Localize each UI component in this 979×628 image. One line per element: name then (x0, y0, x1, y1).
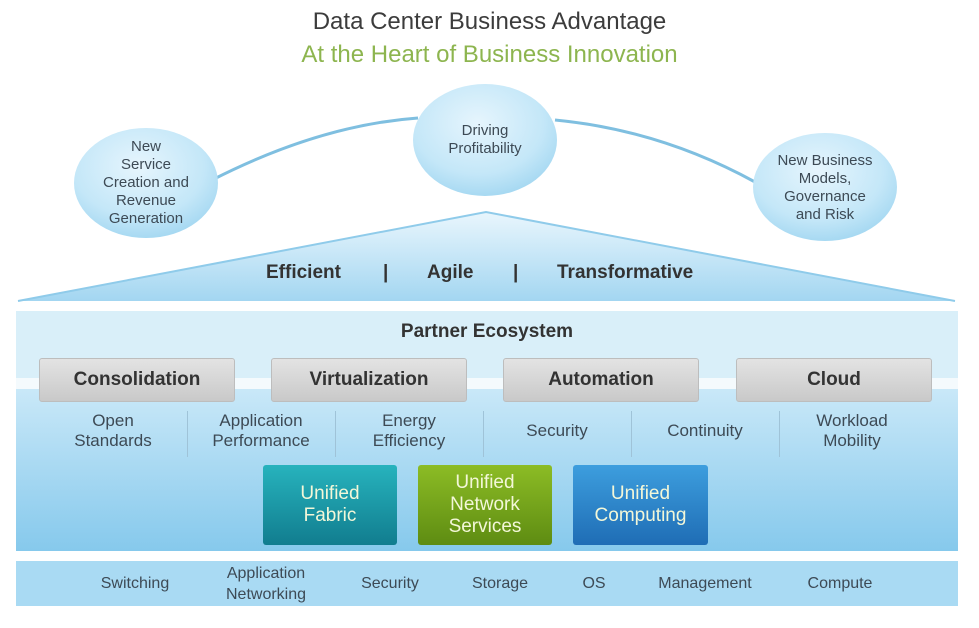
foundation-switching: Switching (80, 561, 190, 606)
foundation-os: OS (569, 561, 619, 606)
page-title: Data Center Business Advantage (312, 8, 667, 35)
unified-line: Fabric (303, 505, 357, 526)
roof-separator: | (383, 262, 389, 283)
feature-line: Standards (74, 431, 152, 450)
bubble-new-service: New Service Creation and Revenue Generat… (76, 130, 216, 236)
connector-arc-right (554, 118, 756, 184)
feature-line: Application (219, 411, 303, 430)
foundation-line: Security (361, 575, 419, 592)
pillar-cloud: Cloud (736, 358, 932, 402)
bubble-line: Governance (784, 188, 866, 205)
bubble-line: Profitability (448, 140, 522, 157)
unified-line: Services (448, 516, 522, 537)
foundation-management: Management (645, 561, 765, 606)
pillar-automation: Automation (503, 358, 699, 402)
feature-line: Efficiency (372, 431, 446, 450)
feature-line: Workload (816, 411, 888, 430)
roof-item-efficient: Efficient (266, 262, 341, 283)
bubble-line: Service (120, 156, 172, 173)
feature-security: Security (483, 410, 631, 452)
feature-line: Continuity (667, 421, 743, 440)
feature-line: Energy (382, 411, 436, 430)
roof-item-agile: Agile (427, 262, 474, 283)
unified-fabric-box: Unified Fabric (263, 465, 397, 545)
bubble-line: Creation and (103, 174, 189, 191)
unified-line: Unified (300, 483, 360, 504)
foundation-security: Security (345, 561, 435, 606)
foundation-line: Networking (225, 585, 307, 603)
feature-continuity: Continuity (631, 410, 779, 452)
bubble-line: Generation (108, 210, 184, 227)
foundation-line: Switching (100, 575, 170, 592)
foundation-line: OS (582, 575, 606, 592)
unified-computing-box: Unified Computing (573, 465, 708, 545)
feature-open-standards: Open Standards (38, 410, 188, 452)
unified-line: Network (450, 494, 520, 515)
foundation-compute: Compute (790, 561, 890, 606)
page-subtitle: At the Heart of Business Innovation (301, 41, 678, 68)
unified-line: Unified (455, 472, 515, 493)
feature-line: Performance (212, 431, 310, 450)
bubble-line: Driving (461, 122, 509, 139)
bubble-driving-profitability: Driving Profitability (415, 100, 555, 180)
feature-application-performance: Application Performance (187, 410, 335, 452)
partner-ecosystem-title: Partner Ecosystem (400, 321, 574, 342)
connector-arc-left (211, 116, 419, 182)
foundation-line: Management (658, 575, 752, 592)
bubble-new-business-models: New Business Models, Governance and Risk (755, 145, 895, 231)
bubble-line: New (130, 138, 161, 155)
unified-line: Unified (610, 483, 671, 504)
feature-line: Mobility (823, 431, 881, 450)
unified-network-services-box: Unified Network Services (418, 465, 552, 545)
foundation-application-networking: Application Networking (206, 561, 326, 606)
feature-workload-mobility: Workload Mobility (779, 410, 925, 452)
feature-energy-efficiency: Energy Efficiency (335, 410, 483, 452)
bubble-line: Models, (798, 170, 852, 187)
feature-line: Open (92, 411, 134, 430)
roof-item-transformative: Transformative (557, 262, 694, 283)
bubble-line: Revenue (115, 192, 177, 209)
pillar-consolidation: Consolidation (39, 358, 235, 402)
unified-line: Computing (594, 505, 687, 526)
foundation-line: Storage (471, 575, 529, 592)
feature-line: Security (526, 421, 588, 440)
foundation-line: Application (226, 564, 306, 582)
foundation-line: Compute (807, 575, 873, 592)
roof-separator: | (513, 262, 519, 283)
bubble-line: and Risk (795, 206, 855, 223)
bubble-line: New Business (777, 152, 873, 169)
foundation-storage: Storage (455, 561, 545, 606)
pillar-virtualization: Virtualization (271, 358, 467, 402)
